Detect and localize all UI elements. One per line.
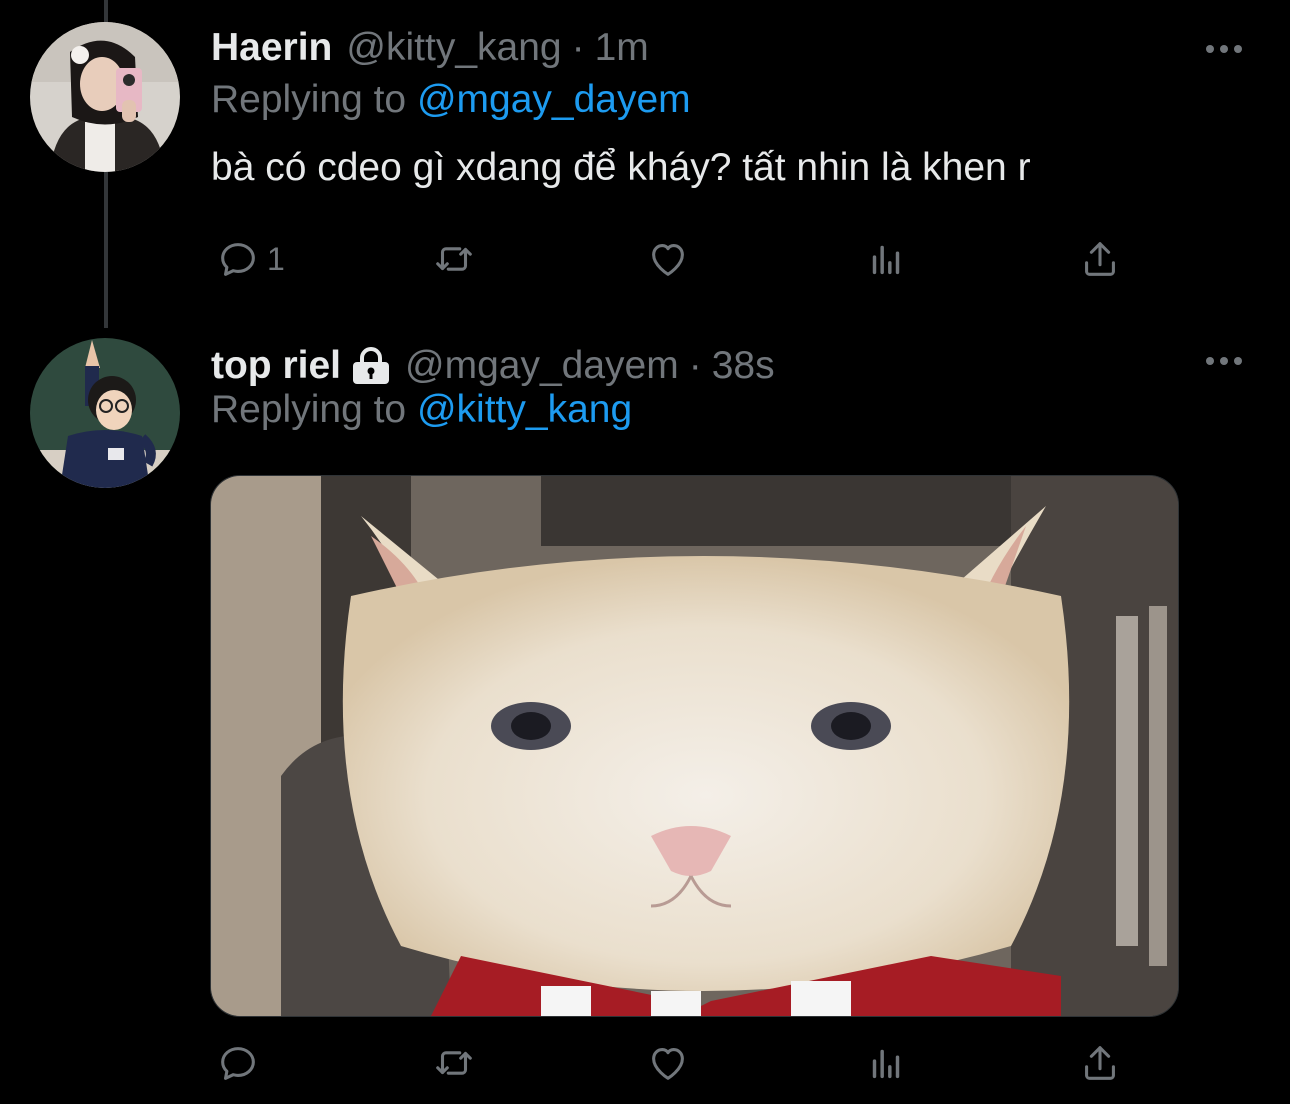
- reply-button[interactable]: [215, 1038, 267, 1088]
- tweet-header: top riel @mgay_dayem · 38s: [211, 341, 775, 391]
- reply-button[interactable]: 1: [215, 234, 285, 284]
- separator-dot: ·: [571, 26, 585, 69]
- more-options-button[interactable]: [1202, 346, 1246, 376]
- share-button[interactable]: [1077, 234, 1123, 284]
- tweet-top-riel[interactable]: top riel @mgay_dayem · 38s Replying to @…: [0, 330, 1290, 1104]
- share-icon: [1085, 242, 1115, 276]
- avatar-photo-top-riel: [30, 338, 180, 488]
- views-icon: [872, 1049, 900, 1079]
- replying-mention-link[interactable]: @mgay_dayem: [417, 78, 691, 121]
- share-icon: [1085, 1046, 1115, 1080]
- tweet-text: bà có cdeo gì xdang để kháy? tất nhin là…: [211, 146, 1031, 189]
- heart-icon: [652, 244, 684, 276]
- reply-count: 1: [267, 240, 285, 277]
- replying-to-line: Replying to @mgay_dayem: [211, 78, 691, 122]
- user-handle[interactable]: @kitty_kang: [346, 26, 561, 70]
- views-button[interactable]: [863, 1038, 909, 1088]
- more-dots-icon: [1206, 45, 1242, 53]
- share-button[interactable]: [1077, 1038, 1123, 1088]
- lock-icon: [351, 347, 391, 385]
- more-dots-icon: [1206, 357, 1242, 365]
- cat-with-red-bow-tie-image: [211, 476, 1178, 1016]
- display-name[interactable]: top riel: [211, 344, 341, 388]
- like-button[interactable]: [645, 1038, 691, 1088]
- replying-to-line: Replying to @kitty_kang: [211, 388, 632, 432]
- retweet-icon: [436, 1051, 472, 1075]
- timestamp[interactable]: 38s: [712, 344, 775, 388]
- tweet-header: Haerin @kitty_kang · 1m: [211, 23, 649, 73]
- action-bar: [211, 1038, 1131, 1088]
- display-name[interactable]: Haerin: [211, 26, 332, 70]
- retweet-icon: [436, 247, 472, 271]
- more-options-button[interactable]: [1202, 34, 1246, 64]
- action-bar: 1: [211, 234, 1131, 284]
- replying-prefix: Replying to: [211, 78, 417, 121]
- retweet-button[interactable]: [431, 1038, 477, 1088]
- tweet-haerin[interactable]: Haerin @kitty_kang · 1m Replying to @mga…: [0, 0, 1290, 330]
- reply-icon: [221, 1047, 255, 1080]
- timestamp[interactable]: 1m: [595, 26, 649, 70]
- avatar[interactable]: [30, 338, 180, 488]
- separator-dot: ·: [688, 344, 702, 387]
- avatar[interactable]: [30, 22, 180, 172]
- user-handle[interactable]: @mgay_dayem: [405, 344, 679, 388]
- reply-icon: [221, 243, 255, 276]
- retweet-button[interactable]: [431, 234, 477, 284]
- reply-thread: Haerin @kitty_kang · 1m Replying to @mga…: [0, 0, 1290, 1104]
- views-icon: [872, 245, 900, 275]
- like-button[interactable]: [645, 234, 691, 284]
- replying-mention-link[interactable]: @kitty_kang: [417, 388, 632, 431]
- avatar-photo-haerin: [30, 22, 180, 172]
- replying-prefix: Replying to: [211, 388, 417, 431]
- heart-icon: [652, 1048, 684, 1080]
- tweet-media-image[interactable]: [210, 475, 1179, 1017]
- views-button[interactable]: [863, 234, 909, 284]
